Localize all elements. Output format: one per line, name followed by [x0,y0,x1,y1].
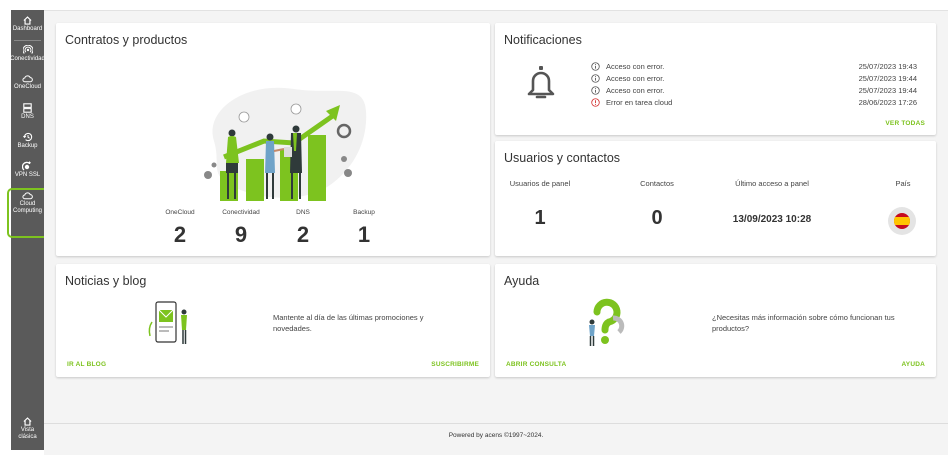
stat-label-dns: DNS [296,209,310,216]
go-to-blog-link[interactable]: IR AL BLOG [67,361,106,368]
sidebar-item-backup[interactable]: Backup [11,132,44,149]
sidebar-item-dashboard[interactable]: Dashboard [11,16,44,32]
stat-value-dns: 2 [296,222,310,247]
home-icon [23,16,32,25]
sidebar-item-label: Cloud Computing [12,201,42,214]
sidebar-item-conectividad[interactable]: Conectividad [10,45,45,62]
news-blog-card: Noticias y blog Mantente al día de las ú… [56,264,490,377]
notification-text: Acceso con error. [606,61,665,71]
last-access-header: Último acceso a panel [735,179,809,188]
help-link[interactable]: AYUDA [901,361,925,368]
notification-item[interactable]: Acceso con error. 25/07/2023 19:43 [591,60,917,72]
business-growth-illustration [204,87,367,201]
notification-item[interactable]: Acceso con error. 25/07/2023 19:44 [591,72,917,84]
notification-item[interactable]: Error en tarea cloud 28/06/2023 17:26 [591,96,917,108]
notification-text: Acceso con error. [606,73,665,83]
open-ticket-link[interactable]: ABRIR CONSULTA [506,361,566,368]
panel-users-value: 1 [534,207,546,229]
sidebar-item-cloud-computing[interactable]: Cloud Computing [7,188,50,238]
sidebar-item-label: DNS [21,114,34,120]
sidebar-item-label: Dashboard [12,26,43,32]
server-icon [23,103,32,113]
history-icon [22,132,32,142]
notification-text: Acceso con error. [606,85,665,95]
last-access-value: 13/09/2023 10:28 [732,214,812,225]
notification-date: 25/07/2023 19:44 [858,85,917,95]
stat-value-onecloud: 2 [173,222,187,247]
help-card: Ayuda ¿Necesitas más información sobre c… [495,264,936,377]
sidebar-item-vista-clasica[interactable]: Vista clásica [11,417,44,441]
footer: Powered by acens ©1997~2024. [448,432,544,439]
contacts-header: Contactos [640,179,674,188]
card-title: Noticias y blog [65,274,147,288]
sidebar-item-dns[interactable]: DNS [11,103,44,120]
dashboard-main: Contratos y productos OneCloud Conectivi… [44,10,948,455]
country-header: País [895,179,911,188]
info-icon [591,61,600,71]
notifications-card: Notificaciones Acceso con error. 25/07/2… [495,23,936,135]
users-contacts-card: Usuarios y contactos Usuarios de panel C… [495,141,936,256]
home-icon [23,417,32,426]
stat-label-conectividad: Conectividad [222,209,260,216]
news-description: Mantente al día de las últimas promocion… [273,313,424,333]
notification-date: 25/07/2023 19:44 [858,73,917,83]
notification-item[interactable]: Acceso con error. 25/07/2023 19:44 [591,84,917,96]
contacts-value: 0 [651,207,663,229]
notification-text: Error en tarea cloud [606,97,673,107]
card-title: Contratos y productos [65,33,188,47]
help-description: ¿Necesitas más información sobre cómo fu… [712,313,895,333]
newsletter-illustration [148,301,187,344]
subscribe-link[interactable]: SUSCRIBIRME [431,361,479,368]
help-question-illustration [589,298,625,346]
error-icon [591,97,600,107]
sidebar-item-label: Conectividad [10,56,45,62]
sidebar-item-label: OneCloud [13,84,42,90]
cloud-icon [22,192,33,200]
sidebar-divider [14,40,41,41]
card-title: Notificaciones [504,33,582,47]
card-title: Ayuda [504,274,540,288]
stat-value-backup: 1 [357,222,371,247]
info-icon [591,73,600,83]
stat-value-conectividad: 9 [234,222,248,247]
stat-label-backup: Backup [353,209,375,216]
sidebar-item-label: Backup [17,143,38,149]
sidebar: Dashboard Conectividad OneCloud DNS Back… [7,10,50,450]
cloud-icon [22,75,33,83]
sidebar-item-onecloud[interactable]: OneCloud [11,74,44,90]
sidebar-item-label: Vista clásica [18,427,37,440]
panel-users-header: Usuarios de panel [509,179,571,188]
contracts-card: Contratos y productos OneCloud Conectivi… [56,23,490,256]
card-title: Usuarios y contactos [504,151,621,165]
vpn-icon [22,161,31,171]
view-all-notifications-link[interactable]: VER TODAS [885,120,925,127]
notification-date: 28/06/2023 17:26 [858,97,917,107]
stat-label-onecloud: OneCloud [165,209,195,216]
info-icon [591,85,600,95]
spain-flag-icon [888,207,916,235]
footer-divider [44,423,948,424]
antenna-icon [22,45,33,54]
sidebar-item-vpn-ssl[interactable]: VPN SSL [11,161,44,178]
sidebar-item-label: VPN SSL [14,172,41,178]
notification-date: 25/07/2023 19:43 [858,61,917,71]
bell-icon [527,66,555,99]
